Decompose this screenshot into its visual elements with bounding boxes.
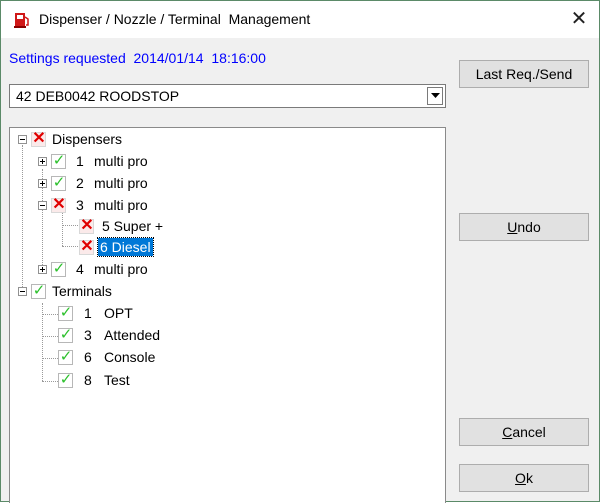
terminal-name: Console [104,349,156,365]
dispenser-name: multi pro [94,175,148,191]
tree-node-label: Dispensers [52,131,123,147]
window-title: Dispenser / Nozzle / Terminal Management [39,11,311,27]
expand-icon[interactable] [38,265,47,274]
collapse-icon[interactable] [18,135,27,144]
nozzle-label-selected: 6 Diesel [97,237,154,257]
undo-button[interactable]: Undo [459,213,589,241]
terminal-number: 8 [84,372,92,388]
settings-requested-text: Settings requested 2014/01/14 18:16:00 [9,50,266,66]
dispenser-terminal-tree[interactable]: ✕ Dispensers ✓ 1 multi pro ✓ 2 multi pro… [9,127,446,503]
check-icon: ✓ [58,304,73,321]
dispenser-name: multi pro [94,197,148,213]
dispenser-number: 1 [76,153,84,169]
title-bar: Dispenser / Nozzle / Terminal Management… [1,1,599,38]
terminal-name: OPT [104,305,133,321]
check-icon: ✓ [51,174,66,191]
undo-accelerator: U [507,219,518,235]
cross-icon: ✕ [79,217,94,234]
tree-node-terminal-3[interactable]: ✓ 3 Attended [10,326,440,346]
check-icon: ✓ [51,152,66,169]
check-icon: ✓ [58,348,73,365]
tree-node-terminal-1[interactable]: ✓ 1 OPT [10,304,440,324]
check-icon: ✓ [31,282,46,299]
cancel-label: ancel [512,424,546,440]
fuel-pump-icon [13,11,31,29]
cross-icon: ✕ [79,238,94,255]
site-dropdown-value: 42 DEB0042 ROODSTOP [16,88,180,104]
cancel-accelerator: C [502,424,513,440]
expand-icon[interactable] [38,179,47,188]
tree-node-dispenser-4[interactable]: ✓ 4 multi pro [10,260,440,280]
tree-node-terminal-6[interactable]: ✓ 6 Console [10,348,440,368]
tree-node-dispenser-1[interactable]: ✓ 1 multi pro [10,152,440,172]
dispenser-number: 2 [76,175,84,191]
ok-label: k [525,470,533,486]
site-dropdown[interactable]: 42 DEB0042 ROODSTOP [9,84,446,108]
close-icon[interactable]: ✕ [567,7,591,31]
terminal-number: 6 [84,349,92,365]
dispenser-number: 4 [76,261,84,277]
collapse-icon[interactable] [38,201,47,210]
tree-node-dispensers[interactable]: ✕ Dispensers [10,130,440,150]
dispenser-name: multi pro [94,261,148,277]
terminal-name: Attended [104,327,161,343]
check-icon: ✓ [51,260,66,277]
undo-label: ndo [517,219,541,235]
management-dialog: Dispenser / Nozzle / Terminal Management… [0,0,600,503]
nozzle-label: 5 Super + [102,218,164,234]
terminal-number: 1 [84,305,92,321]
tree-node-nozzle-5[interactable]: ✕ 5 Super + [10,217,440,237]
collapse-icon[interactable] [18,287,27,296]
last-request-send-button[interactable]: Last Req./Send [459,60,589,88]
ok-accelerator: O [515,470,526,486]
cross-icon: ✕ [51,196,66,213]
terminal-name: Test [104,372,130,388]
tree-node-dispenser-2[interactable]: ✓ 2 multi pro [10,174,440,194]
expand-icon[interactable] [38,157,47,166]
dispenser-number: 3 [76,197,84,213]
cancel-button[interactable]: Cancel [459,418,589,446]
tree-node-label: Terminals [52,283,112,299]
dispenser-name: multi pro [94,153,148,169]
tree-node-terminals[interactable]: ✓ Terminals [10,282,440,302]
check-icon: ✓ [58,326,73,343]
ok-button[interactable]: Ok [459,464,589,492]
cross-icon: ✕ [31,130,46,147]
terminal-number: 3 [84,327,92,343]
tree-node-terminal-8[interactable]: ✓ 8 Test [10,371,440,391]
tree-node-dispenser-3[interactable]: ✕ 3 multi pro [10,196,440,216]
check-icon: ✓ [58,371,73,388]
tree-node-nozzle-6[interactable]: ✕ 6 Diesel [10,237,440,258]
chevron-down-icon[interactable] [427,87,443,105]
